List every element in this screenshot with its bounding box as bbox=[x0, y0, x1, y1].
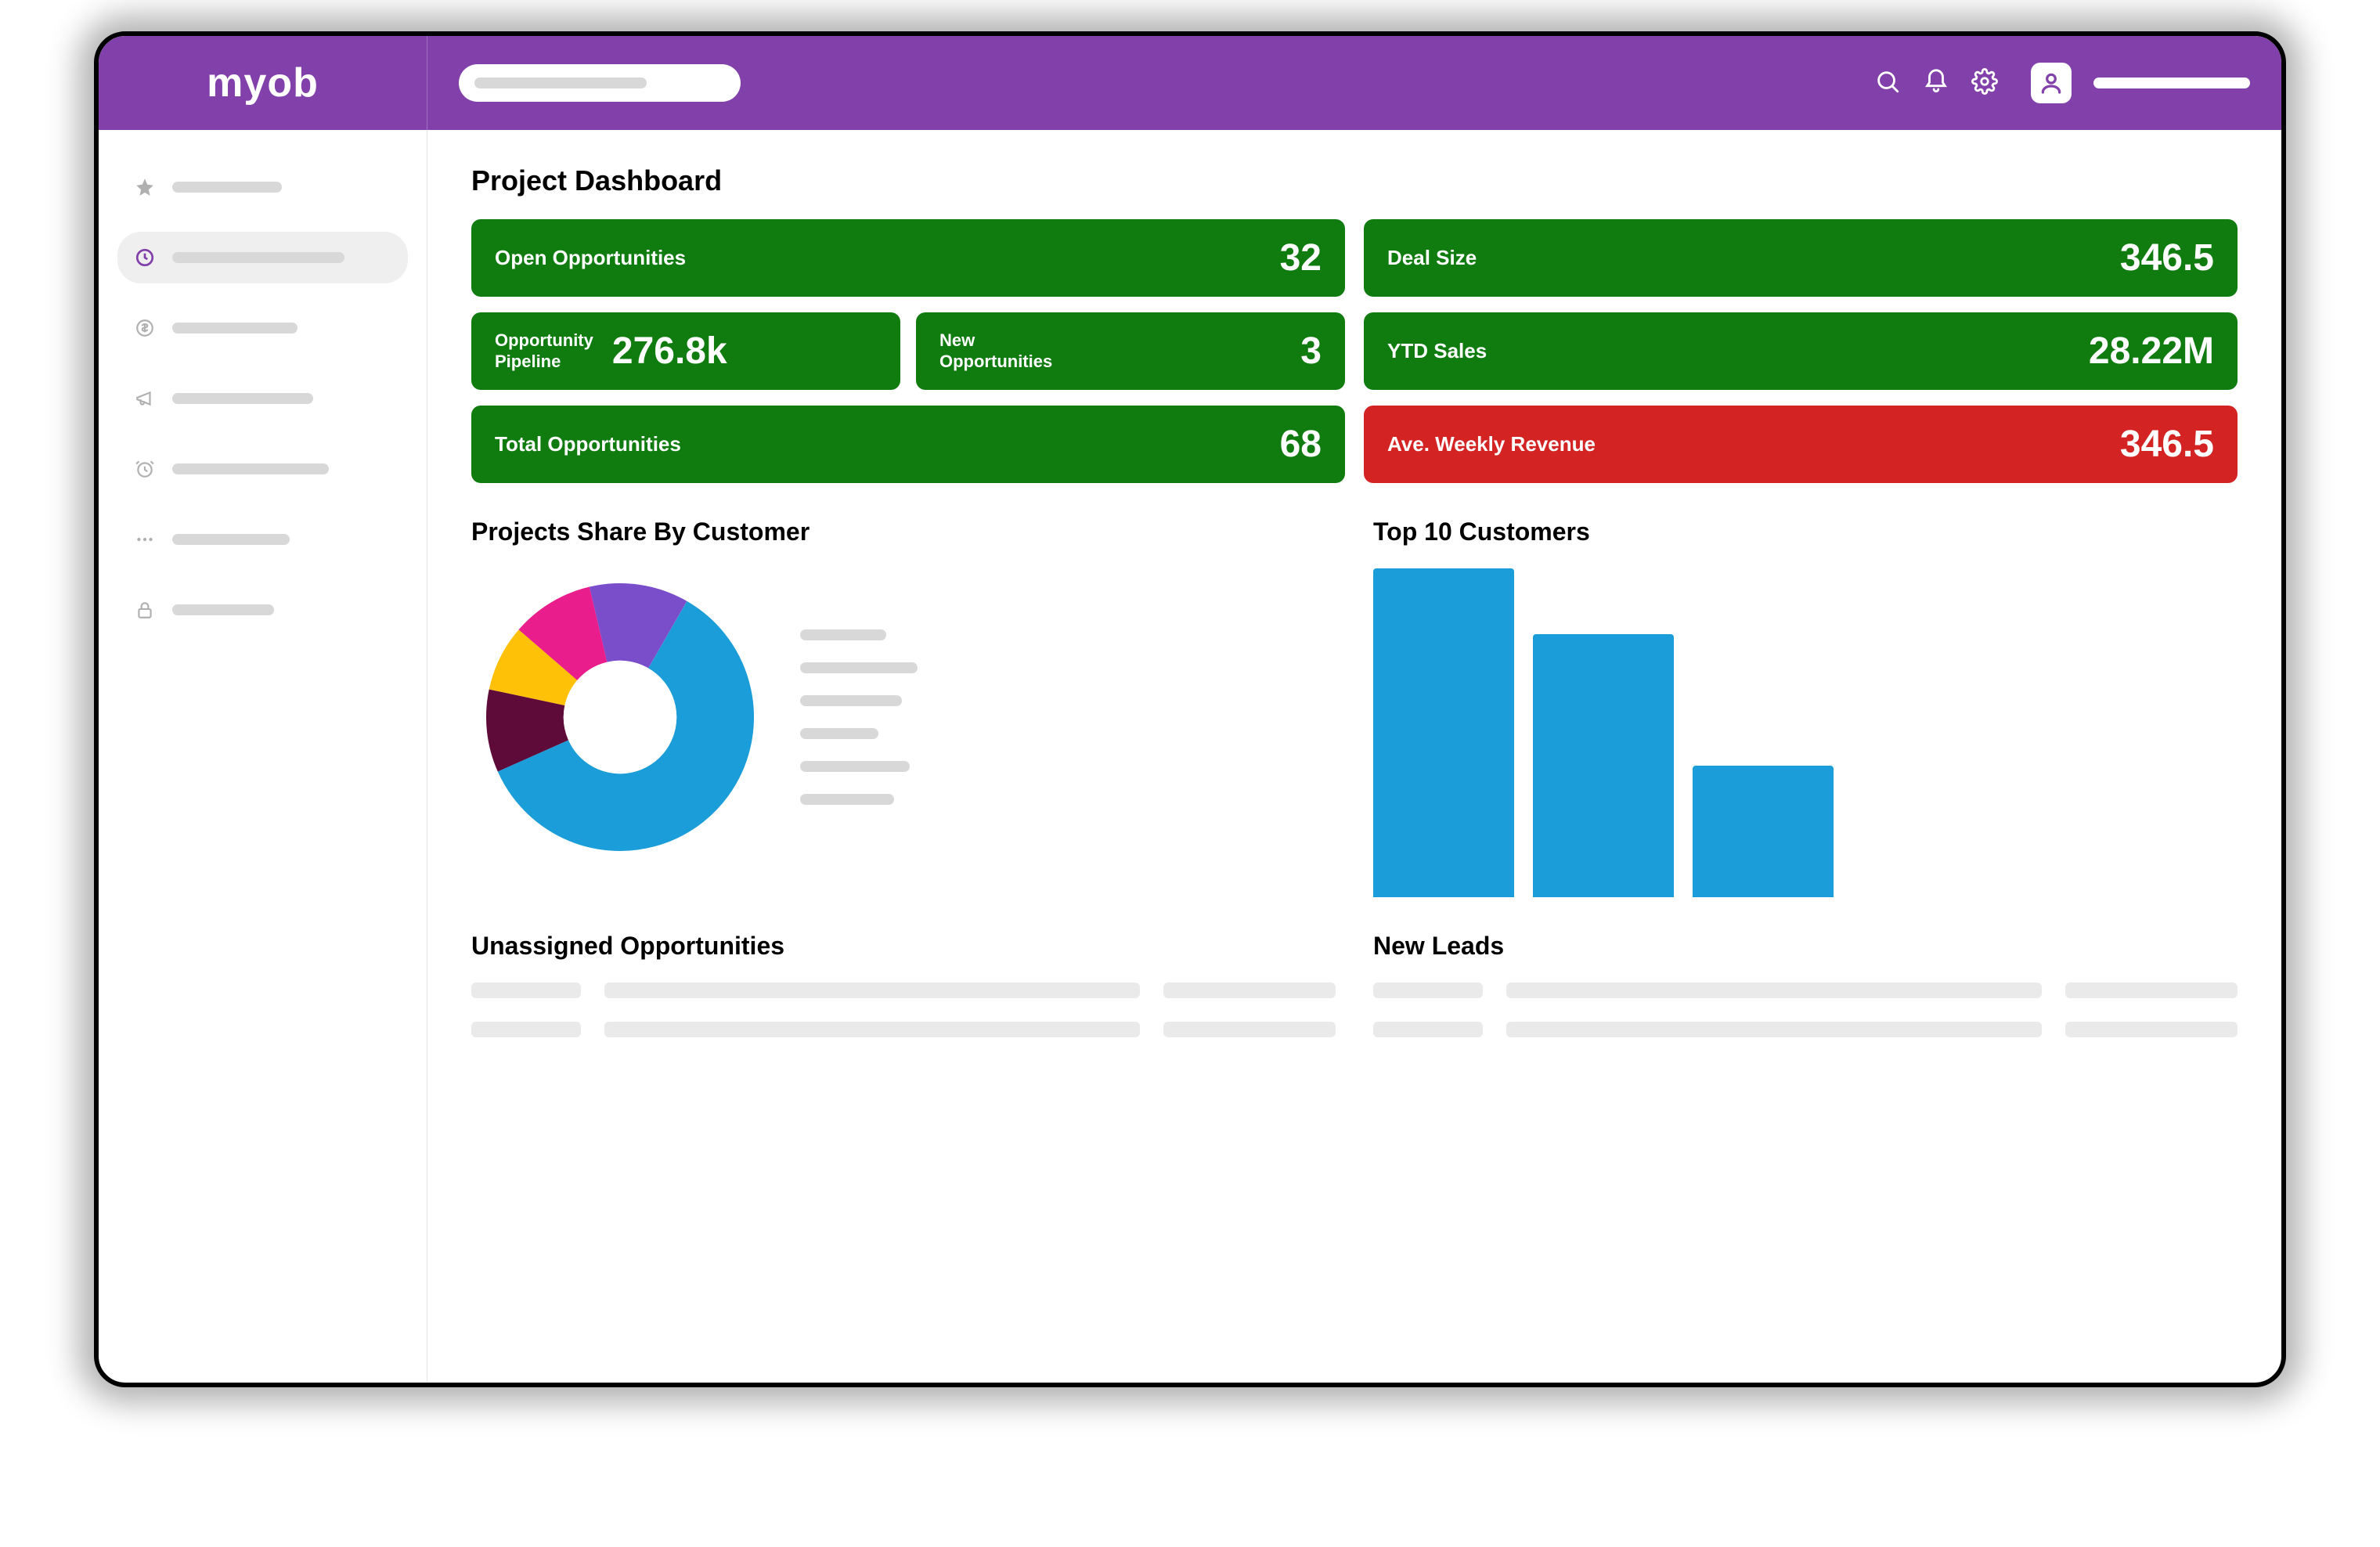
device-frame: myob bbox=[94, 31, 2286, 1387]
sidebar-item-label bbox=[172, 323, 298, 334]
list-cell bbox=[604, 983, 1140, 998]
legend-item bbox=[800, 695, 902, 706]
topbar: myob bbox=[99, 36, 2281, 130]
kpi-ytd-sales: YTD Sales 28.22M bbox=[1364, 312, 2238, 390]
page-title: Project Dashboard bbox=[471, 164, 2238, 197]
kpi-label: OpportunityPipeline bbox=[495, 330, 593, 372]
sidebar-item-favorites[interactable] bbox=[117, 161, 408, 213]
kpi-open-opportunities: Open Opportunities 32 bbox=[471, 219, 1345, 297]
list-row bbox=[1373, 1022, 2238, 1037]
kpi-value: 346.5 bbox=[2120, 236, 2214, 279]
search-icon[interactable] bbox=[1874, 68, 1901, 99]
megaphone-icon bbox=[133, 387, 157, 410]
top-customers-section: Top 10 Customers bbox=[1373, 517, 2238, 897]
list-cell bbox=[471, 983, 581, 998]
kpi-new-opportunities: NewOpportunities 3 bbox=[916, 312, 1345, 390]
list-cell bbox=[1163, 1022, 1336, 1037]
section-title: Unassigned Opportunities bbox=[471, 932, 1336, 961]
lock-icon bbox=[133, 598, 157, 622]
avatar[interactable] bbox=[2031, 63, 2072, 103]
list-cell bbox=[1373, 983, 1483, 998]
kpi-value: 28.22M bbox=[2089, 330, 2214, 373]
legend-item bbox=[800, 794, 894, 805]
list-cell bbox=[1373, 1022, 1483, 1037]
kpi-label: Total Opportunities bbox=[495, 432, 681, 456]
list-cell bbox=[471, 1022, 581, 1037]
kpi-label: Ave. Weekly Revenue bbox=[1387, 432, 1596, 456]
list-cell bbox=[1163, 983, 1336, 998]
logo-cell: myob bbox=[99, 36, 427, 130]
section-title: New Leads bbox=[1373, 932, 2238, 961]
kpi-total-opportunities: Total Opportunities 68 bbox=[471, 406, 1345, 483]
sidebar-item-label bbox=[172, 393, 313, 404]
legend-item bbox=[800, 662, 918, 673]
star-icon bbox=[133, 175, 157, 199]
sidebar-item-label bbox=[172, 463, 329, 474]
clock-icon bbox=[133, 246, 157, 269]
bell-icon[interactable] bbox=[1923, 68, 1949, 99]
donut-legend bbox=[800, 629, 918, 805]
kpi-opportunity-pipeline: OpportunityPipeline 276.8k bbox=[471, 312, 900, 390]
alarm-icon bbox=[133, 457, 157, 481]
list-row bbox=[1373, 983, 2238, 998]
charts-row: Projects Share By Customer bbox=[471, 517, 2238, 897]
kpi-value: 32 bbox=[1280, 236, 1322, 279]
kpi-label: Deal Size bbox=[1387, 246, 1477, 270]
kpi-value: 3 bbox=[1300, 330, 1322, 373]
kpi-label: Open Opportunities bbox=[495, 246, 686, 270]
kpi-value: 346.5 bbox=[2120, 423, 2214, 466]
sidebar-item-label bbox=[172, 534, 290, 545]
sidebar-item-security[interactable] bbox=[117, 584, 408, 636]
sidebar-item-label bbox=[172, 604, 274, 615]
list-cell bbox=[2065, 1022, 2238, 1037]
legend-item bbox=[800, 728, 878, 739]
kpi-ave-weekly-revenue: Ave. Weekly Revenue 346.5 bbox=[1364, 406, 2238, 483]
kpi-label: YTD Sales bbox=[1387, 339, 1487, 363]
kpi-value: 276.8k bbox=[612, 330, 727, 373]
list-row bbox=[471, 983, 1336, 998]
bar-chart bbox=[1373, 568, 2238, 897]
section-title: Top 10 Customers bbox=[1373, 517, 2238, 546]
kpi-deal-size: Deal Size 346.5 bbox=[1364, 219, 2238, 297]
dollar-icon bbox=[133, 316, 157, 340]
gear-icon[interactable] bbox=[1971, 68, 1998, 99]
lists-row: Unassigned Opportunities bbox=[471, 932, 2238, 1037]
unassigned-opportunities-section: Unassigned Opportunities bbox=[471, 932, 1336, 1037]
donut-chart bbox=[471, 568, 769, 866]
kpi-label: NewOpportunities bbox=[939, 330, 1052, 372]
list-cell bbox=[604, 1022, 1140, 1037]
new-leads-section: New Leads bbox=[1373, 932, 2238, 1037]
sidebar-item-label bbox=[172, 252, 344, 263]
sidebar-item-time[interactable] bbox=[117, 232, 408, 283]
sidebar-item-label bbox=[172, 182, 282, 193]
body: Project Dashboard Open Opportunities 32 … bbox=[99, 130, 2281, 1383]
legend-item bbox=[800, 761, 910, 772]
sidebar-item-campaigns[interactable] bbox=[117, 373, 408, 424]
bar-3 bbox=[1693, 766, 1834, 897]
search-input[interactable] bbox=[459, 64, 741, 102]
section-title: Projects Share By Customer bbox=[471, 517, 1336, 546]
sidebar-item-more[interactable] bbox=[117, 514, 408, 565]
bar-2 bbox=[1533, 634, 1674, 897]
bar-1 bbox=[1373, 568, 1514, 897]
sidebar-item-finance[interactable] bbox=[117, 302, 408, 354]
kpi-grid: Open Opportunities 32 OpportunityPipelin… bbox=[471, 219, 2238, 483]
main-content: Project Dashboard Open Opportunities 32 … bbox=[427, 130, 2281, 1383]
legend-item bbox=[800, 629, 886, 640]
more-icon bbox=[133, 528, 157, 551]
list-cell bbox=[1506, 1022, 2042, 1037]
sidebar bbox=[99, 130, 427, 1383]
sidebar-item-reminders[interactable] bbox=[117, 443, 408, 495]
topbar-actions bbox=[1874, 63, 2250, 103]
projects-share-section: Projects Share By Customer bbox=[471, 517, 1336, 897]
search-placeholder bbox=[474, 78, 647, 88]
brand-logo: myob bbox=[207, 60, 319, 106]
list-cell bbox=[1506, 983, 2042, 998]
user-name-placeholder bbox=[2093, 78, 2250, 88]
list-row bbox=[471, 1022, 1336, 1037]
list-cell bbox=[2065, 983, 2238, 998]
kpi-value: 68 bbox=[1280, 423, 1322, 466]
